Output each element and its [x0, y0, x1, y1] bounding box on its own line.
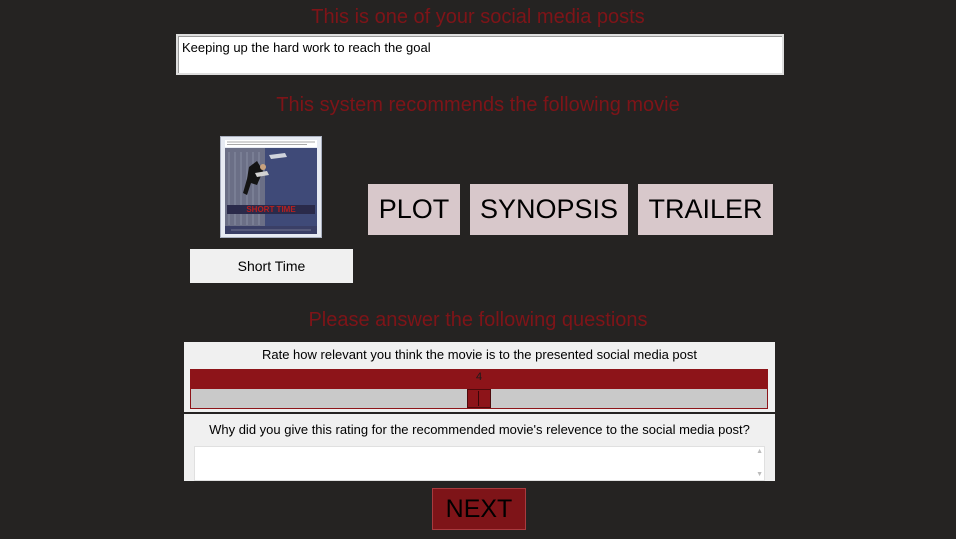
relevance-rating-slider[interactable]: 4 [190, 369, 768, 409]
poster-title-text: SHORT TIME [246, 205, 296, 214]
scroll-down-icon[interactable]: ▼ [756, 471, 763, 478]
relevance-question-label: Rate how relevant you think the movie is… [261, 347, 698, 362]
slider-handle[interactable] [467, 389, 491, 408]
why-answer-textarea[interactable] [194, 446, 765, 481]
trailer-button[interactable]: TRAILER [638, 184, 773, 235]
post-text: Keeping up the hard work to reach the go… [182, 40, 431, 55]
poster-art-icon: SHORT TIME [221, 137, 321, 237]
movie-title-text: Short Time [237, 258, 306, 274]
next-button-label: NEXT [445, 494, 513, 523]
movie-title-label: Short Time [190, 249, 353, 283]
trailer-button-label: TRAILER [648, 194, 763, 224]
next-button[interactable]: NEXT [432, 488, 526, 530]
post-heading: This is one of your social media posts [311, 6, 645, 28]
synopsis-button-label: SYNOPSIS [479, 194, 619, 224]
movie-poster-image: SHORT TIME [220, 136, 322, 238]
relevance-question-panel: Rate how relevant you think the movie is… [184, 342, 775, 412]
plot-button[interactable]: PLOT [368, 184, 460, 235]
plot-button-label: PLOT [378, 194, 450, 224]
why-question-panel: Why did you give this rating for the rec… [184, 414, 775, 481]
social-media-post-field[interactable]: Keeping up the hard work to reach the go… [176, 34, 784, 75]
scroll-up-icon[interactable]: ▲ [756, 448, 763, 455]
synopsis-button[interactable]: SYNOPSIS [470, 184, 628, 235]
why-question-label: Why did you give this rating for the rec… [209, 422, 750, 437]
questions-heading: Please answer the following questions [308, 309, 648, 331]
slider-value-label: 4 [475, 371, 483, 383]
recommendation-heading: This system recommends the following mov… [276, 94, 680, 116]
